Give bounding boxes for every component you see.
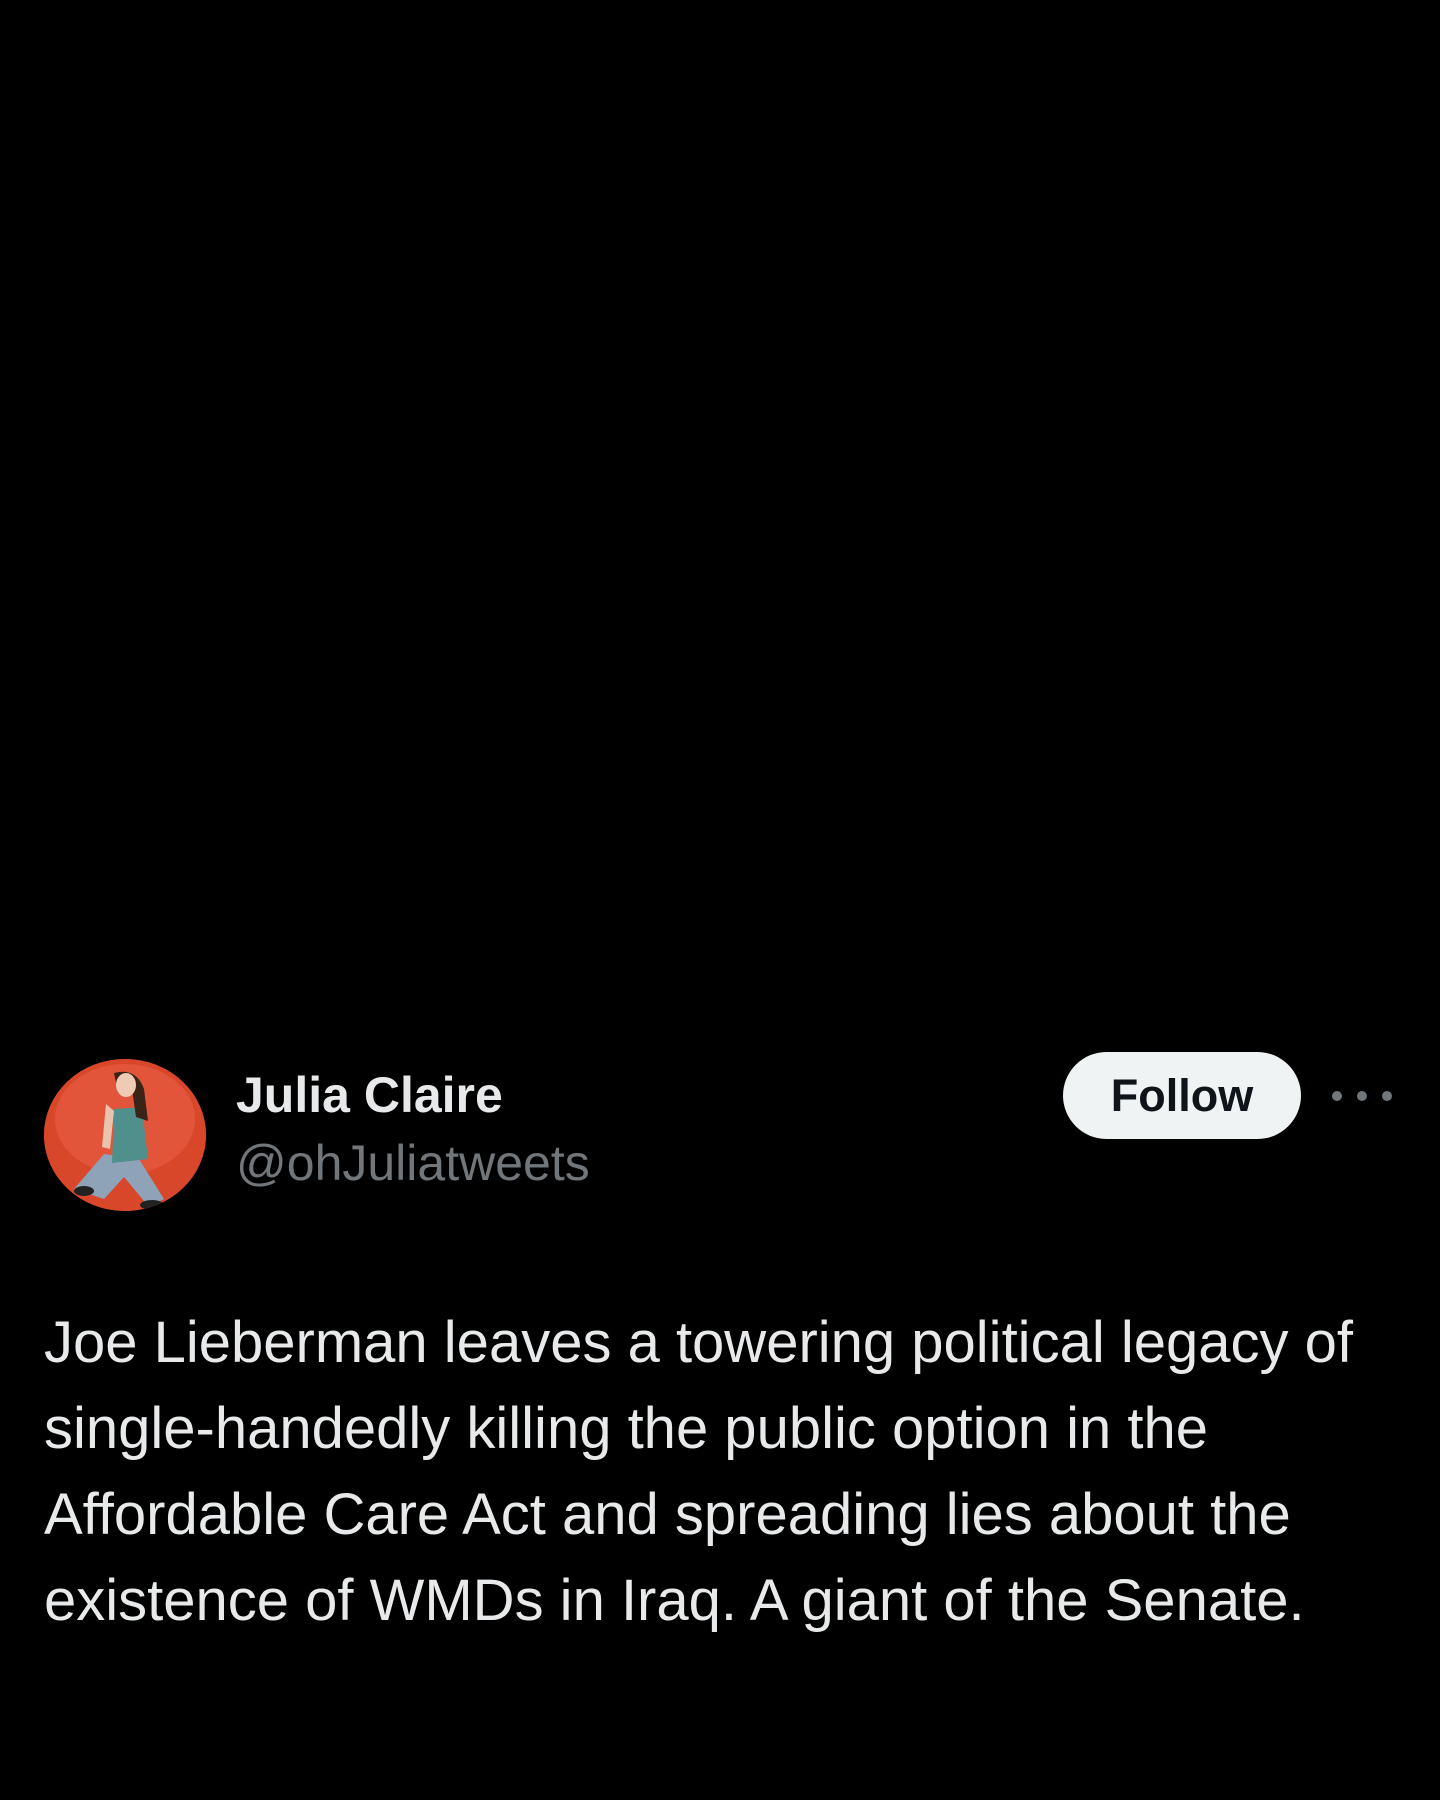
more-dot bbox=[1332, 1091, 1342, 1101]
tweet-text: Joe Lieberman leaves a towering politica… bbox=[44, 1310, 1353, 1633]
author-handle[interactable]: @ohJuliatweets bbox=[236, 1133, 590, 1193]
author-display-name[interactable]: Julia Claire bbox=[236, 1065, 503, 1125]
more-dot bbox=[1357, 1091, 1367, 1101]
follow-button[interactable]: Follow bbox=[1063, 1052, 1301, 1139]
author-avatar[interactable] bbox=[44, 1059, 206, 1211]
more-options-icon[interactable] bbox=[1332, 1076, 1392, 1116]
profile-photo bbox=[44, 1059, 206, 1211]
tweet-card: Julia Claire @ohJuliatweets Follow Joe L… bbox=[0, 0, 1440, 1800]
more-dot bbox=[1382, 1091, 1392, 1101]
